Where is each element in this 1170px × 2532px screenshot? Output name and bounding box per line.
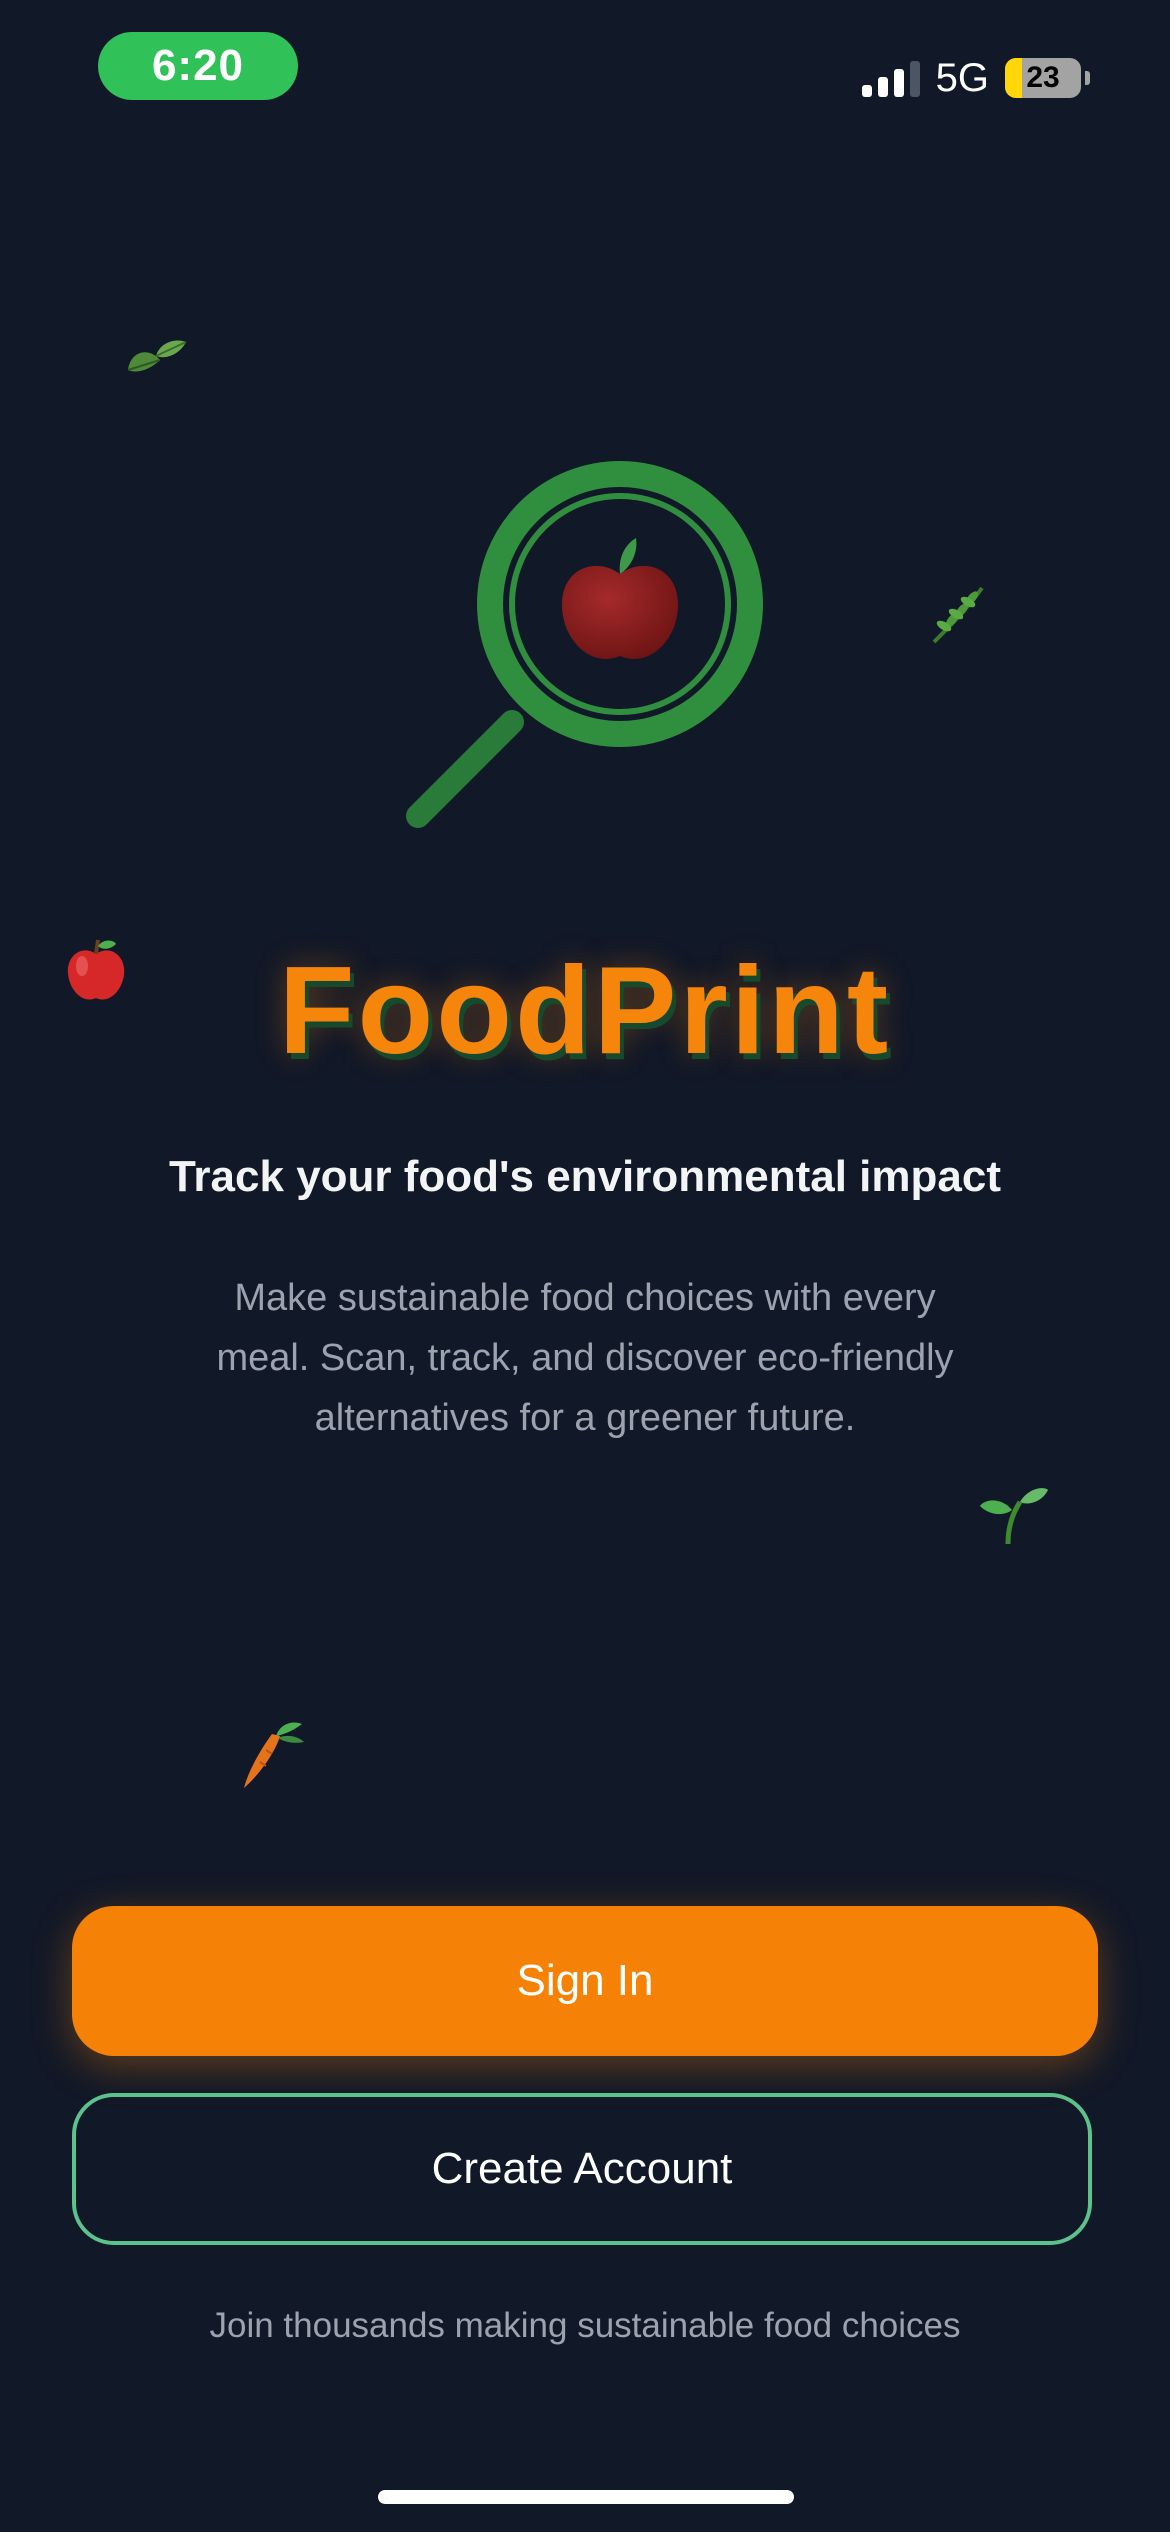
herb-icon [922, 580, 992, 650]
app-title: FoodPrint [278, 942, 892, 1080]
battery-level: 23 [1026, 61, 1060, 94]
status-time: 6:20 [98, 32, 298, 100]
footer-note: Join thousands making sustainable food c… [209, 2306, 961, 2345]
carrot-icon [236, 1720, 306, 1790]
signal-icon [861, 59, 920, 97]
app-tagline: Track your food's environmental impact [168, 1152, 1001, 1201]
leaves-icon [120, 330, 190, 390]
home-indicator[interactable] [378, 2490, 794, 2504]
app-description: Make sustainable food choices with every… [216, 1277, 954, 1439]
battery-icon: 23 [1005, 58, 1081, 98]
logo-magnifier-icon [400, 456, 770, 836]
sign-in-button[interactable]: Sign In [72, 1906, 1098, 2056]
network-type: 5G [935, 55, 989, 100]
seedling-icon [978, 1484, 1050, 1546]
status-indicators: 5G 23 [861, 54, 1090, 102]
create-account-button[interactable]: Create Account [72, 2093, 1092, 2245]
